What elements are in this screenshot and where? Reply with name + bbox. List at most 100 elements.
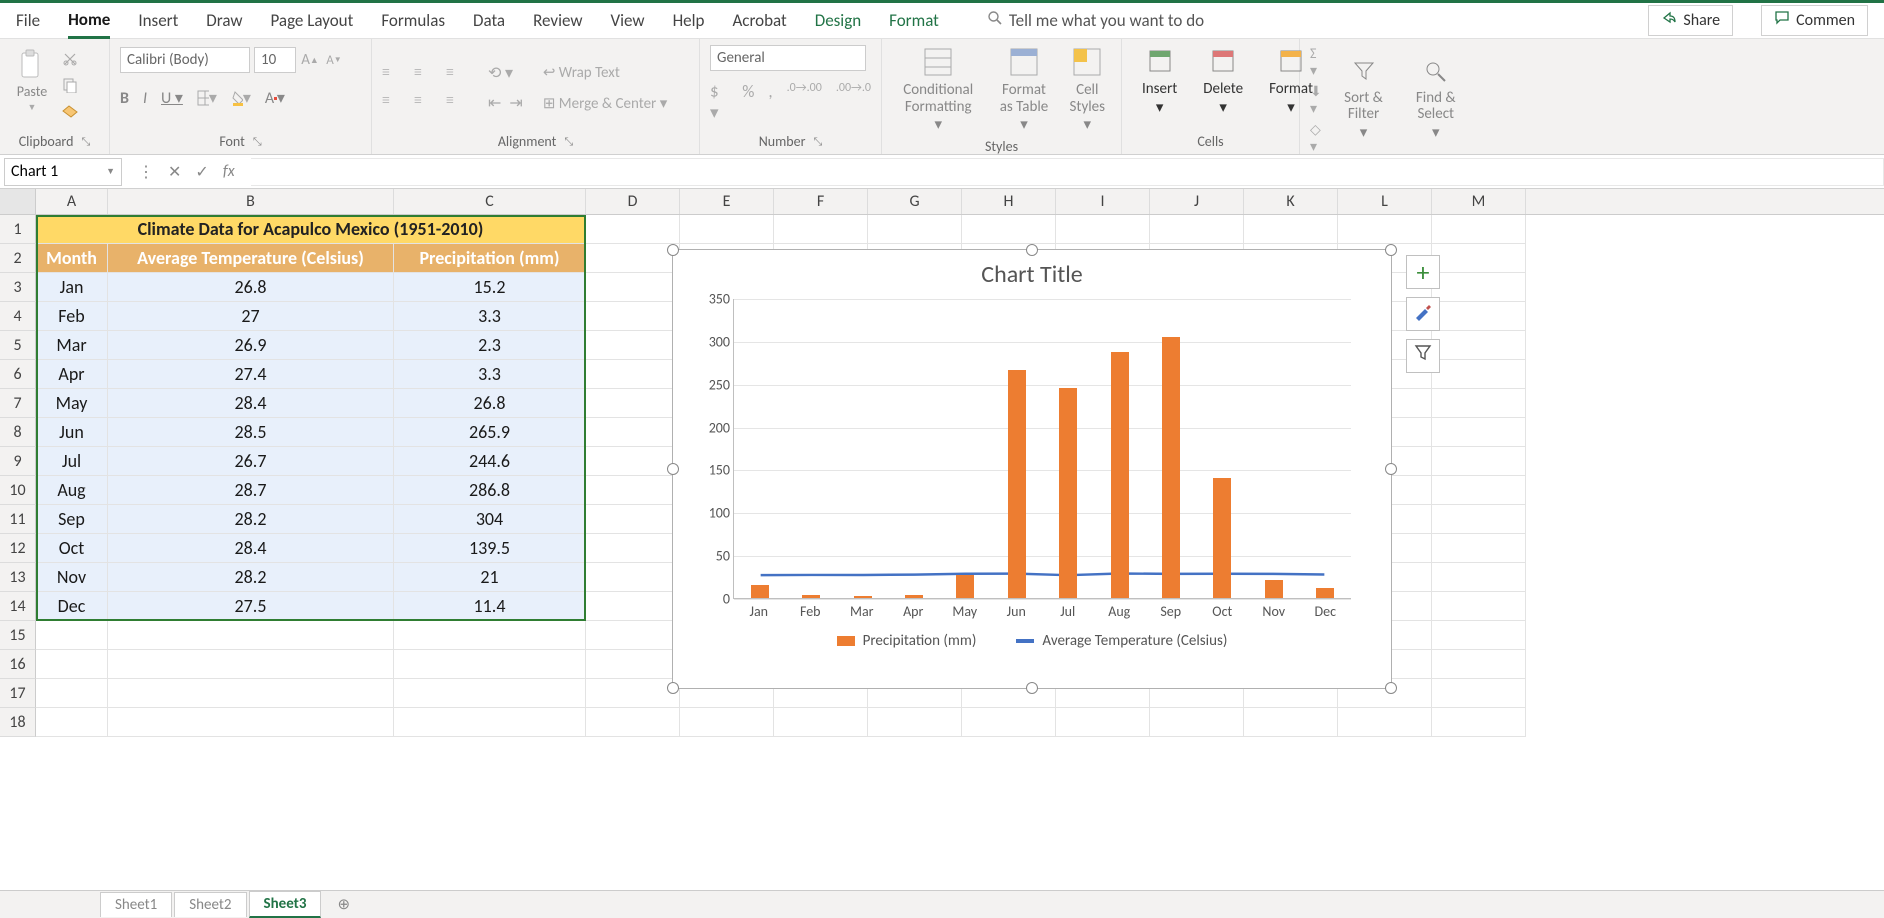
cell[interactable]: 26.8: [108, 273, 394, 302]
cell[interactable]: Mar: [36, 331, 108, 360]
cell[interactable]: [868, 708, 962, 737]
chart-bar[interactable]: [1162, 337, 1180, 598]
dialog-launcher-icon[interactable]: ⤡: [564, 135, 573, 149]
sheet-tab[interactable]: Sheet1: [100, 892, 172, 917]
cell[interactable]: 2.3: [394, 331, 586, 360]
legend-precip[interactable]: Precipitation (mm): [837, 632, 977, 650]
cell[interactable]: 28.4: [108, 534, 394, 563]
row-header[interactable]: 3: [0, 273, 36, 302]
col-header[interactable]: J: [1150, 189, 1244, 214]
cell[interactable]: [108, 708, 394, 737]
col-header[interactable]: M: [1432, 189, 1526, 214]
col-header[interactable]: A: [36, 189, 108, 214]
chart-filter-button[interactable]: [1406, 339, 1440, 373]
new-sheet-button[interactable]: ⊕: [323, 891, 364, 918]
italic-button[interactable]: I: [143, 89, 147, 108]
chart-bar[interactable]: [956, 575, 974, 598]
cell[interactable]: [36, 708, 108, 737]
cell[interactable]: 28.7: [108, 476, 394, 505]
cell[interactable]: Average Temperature (Celsius): [108, 244, 394, 273]
cell[interactable]: [1338, 215, 1432, 244]
row-header[interactable]: 17: [0, 679, 36, 708]
chart-bar[interactable]: [1265, 580, 1283, 598]
col-header[interactable]: H: [962, 189, 1056, 214]
cell[interactable]: [1432, 679, 1526, 708]
col-header[interactable]: G: [868, 189, 962, 214]
chart-legend[interactable]: Precipitation (mm) Average Temperature (…: [673, 632, 1391, 650]
cell[interactable]: Aug: [36, 476, 108, 505]
cell[interactable]: [1338, 708, 1432, 737]
dialog-launcher-icon[interactable]: ⤡: [253, 135, 262, 149]
row-header[interactable]: 4: [0, 302, 36, 331]
tab-insert[interactable]: Insert: [138, 4, 178, 37]
cell[interactable]: 28.5: [108, 418, 394, 447]
cell[interactable]: [394, 679, 586, 708]
cell[interactable]: Oct: [36, 534, 108, 563]
conditional-formatting-button[interactable]: Conditional Formatting ▾: [892, 45, 984, 136]
chart-bar[interactable]: [1059, 388, 1077, 598]
chart-bar[interactable]: [854, 596, 872, 598]
increase-decimal-icon[interactable]: .0→.00: [787, 81, 822, 123]
cell[interactable]: May: [36, 389, 108, 418]
row-header[interactable]: 14: [0, 592, 36, 621]
cell[interactable]: [1432, 621, 1526, 650]
chart-bar[interactable]: [802, 595, 820, 598]
cell[interactable]: 26.8: [394, 389, 586, 418]
cell[interactable]: Dec: [36, 592, 108, 621]
chart-bar[interactable]: [751, 585, 769, 598]
cell[interactable]: [108, 679, 394, 708]
row-header[interactable]: 15: [0, 621, 36, 650]
increase-indent-icon[interactable]: ⇥: [509, 93, 522, 113]
number-format-select[interactable]: [710, 45, 866, 71]
cell[interactable]: 15.2: [394, 273, 586, 302]
row-header[interactable]: 6: [0, 360, 36, 389]
tab-pagelayout[interactable]: Page Layout: [271, 4, 354, 37]
cell[interactable]: 27.5: [108, 592, 394, 621]
cell[interactable]: [36, 679, 108, 708]
cell[interactable]: 21: [394, 563, 586, 592]
decrease-font-icon[interactable]: A▼: [324, 50, 344, 70]
chart-elements-button[interactable]: +: [1406, 255, 1440, 289]
insert-cells-button[interactable]: Insert ▾: [1132, 45, 1187, 119]
cell[interactable]: 286.8: [394, 476, 586, 505]
row-header[interactable]: 16: [0, 650, 36, 679]
enter-icon[interactable]: ✓: [195, 162, 208, 182]
delete-cells-button[interactable]: Delete ▾: [1193, 45, 1253, 119]
name-box[interactable]: Chart 1▼: [4, 158, 122, 186]
cell[interactable]: [1432, 447, 1526, 476]
cell[interactable]: [586, 389, 680, 418]
sheet-tab[interactable]: Sheet3: [249, 891, 322, 918]
legend-temp[interactable]: Average Temperature (Celsius): [1016, 632, 1227, 650]
col-header[interactable]: D: [586, 189, 680, 214]
cell[interactable]: [1150, 708, 1244, 737]
cell[interactable]: [774, 215, 868, 244]
row-header[interactable]: 2: [0, 244, 36, 273]
cell[interactable]: Apr: [36, 360, 108, 389]
font-color-icon[interactable]: A ▾: [265, 88, 285, 108]
orientation-icon[interactable]: ⟲ ▾: [488, 63, 523, 83]
alignment-grid[interactable]: ≡≡≡≡≡≡: [382, 63, 468, 113]
format-painter-icon[interactable]: [60, 101, 80, 121]
col-header[interactable]: F: [774, 189, 868, 214]
col-header[interactable]: K: [1244, 189, 1338, 214]
cell[interactable]: [1432, 505, 1526, 534]
cell[interactable]: [394, 621, 586, 650]
cell[interactable]: [1432, 476, 1526, 505]
tab-format[interactable]: Format: [889, 4, 939, 37]
cell[interactable]: [962, 708, 1056, 737]
cell[interactable]: Nov: [36, 563, 108, 592]
underline-button[interactable]: U ▾: [161, 88, 183, 108]
cancel-icon[interactable]: ✕: [168, 162, 181, 182]
cell[interactable]: [1432, 592, 1526, 621]
row-header[interactable]: 7: [0, 389, 36, 418]
chart-bar[interactable]: [1008, 370, 1026, 598]
chart-bar[interactable]: [1316, 588, 1334, 598]
fill-icon[interactable]: ⬇ ▾: [1310, 83, 1326, 117]
cell[interactable]: Jun: [36, 418, 108, 447]
cell[interactable]: [108, 650, 394, 679]
cell[interactable]: [586, 302, 680, 331]
cell[interactable]: [586, 418, 680, 447]
cell[interactable]: [1432, 215, 1526, 244]
cell[interactable]: [586, 476, 680, 505]
comma-icon[interactable]: ,: [768, 81, 772, 123]
